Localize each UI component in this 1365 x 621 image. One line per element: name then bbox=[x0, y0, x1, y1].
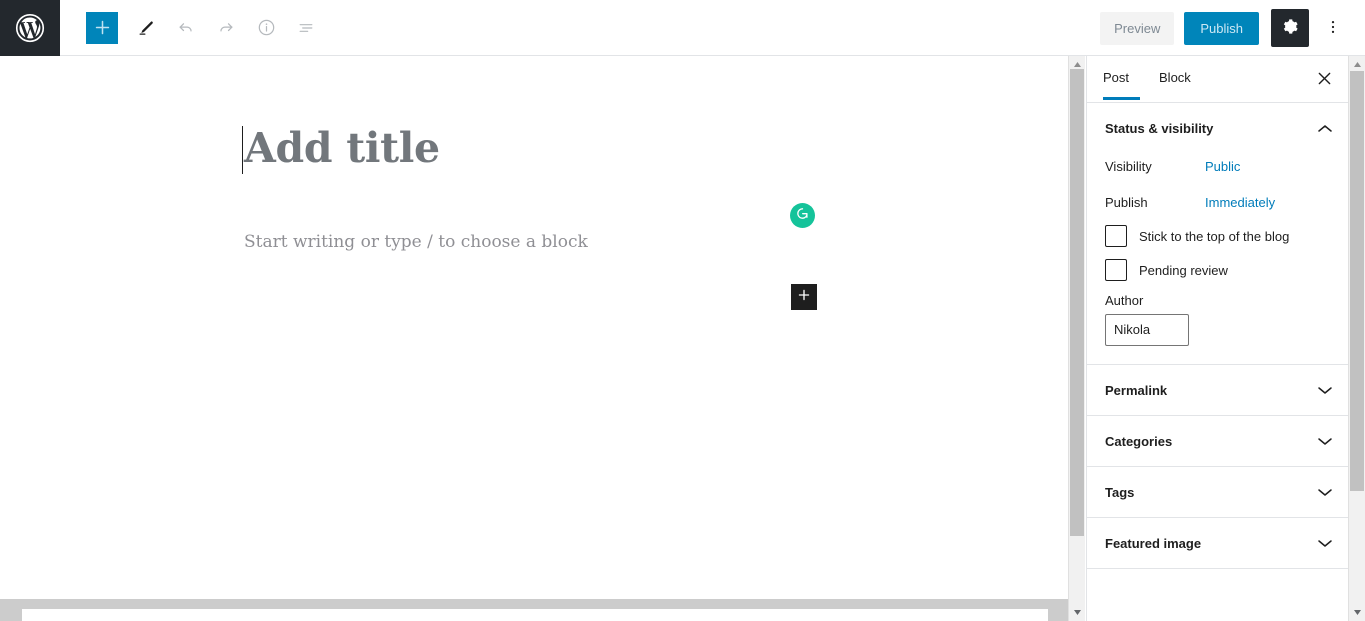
inline-block-inserter-button[interactable] bbox=[791, 284, 817, 310]
plus-icon bbox=[94, 19, 111, 36]
panel-body-status-and-visibility: Visibility Public Publish Immediately St… bbox=[1087, 153, 1348, 364]
tab-block[interactable]: Block bbox=[1147, 70, 1203, 99]
pending-review-checkbox-label: Pending review bbox=[1139, 262, 1228, 278]
list-view-icon bbox=[296, 18, 316, 38]
sticky-checkbox[interactable] bbox=[1105, 225, 1127, 247]
editor-toolbar: Preview Publish bbox=[0, 0, 1365, 56]
editor-scrollbar-thumb[interactable] bbox=[1070, 69, 1084, 536]
publish-label: Publish bbox=[1105, 194, 1148, 210]
panel-header-featured-image[interactable]: Featured image bbox=[1087, 518, 1348, 568]
metabox-sidebar-layout[interactable]: Sidebar Layout bbox=[22, 609, 1048, 621]
author-label: Author bbox=[1105, 293, 1144, 308]
panel-title: Status & visibility bbox=[1105, 120, 1214, 136]
chevron-down-icon bbox=[1318, 485, 1332, 499]
post-title-wrapper: Add title bbox=[242, 124, 844, 174]
more-options-button[interactable] bbox=[1315, 10, 1351, 46]
panel-title: Featured image bbox=[1105, 535, 1202, 551]
panel-status-and-visibility: Status & visibility Visibility Public Pu… bbox=[1087, 103, 1348, 365]
visibility-label: Visibility bbox=[1105, 158, 1152, 174]
undo-button[interactable] bbox=[168, 10, 204, 46]
sidebar-scrollbar[interactable] bbox=[1348, 56, 1365, 621]
panel-title: Permalink bbox=[1105, 382, 1168, 398]
content-info-button[interactable] bbox=[248, 10, 284, 46]
chevron-up-icon bbox=[1318, 121, 1332, 135]
plus-icon bbox=[797, 288, 811, 307]
publish-button[interactable]: Publish bbox=[1184, 11, 1259, 45]
preview-button[interactable]: Preview bbox=[1100, 11, 1175, 45]
close-x-icon bbox=[1317, 71, 1332, 89]
wordpress-logo-button[interactable] bbox=[0, 0, 60, 56]
tools-button[interactable] bbox=[128, 10, 164, 46]
redo-arrow-icon bbox=[216, 18, 236, 38]
close-sidebar-button[interactable] bbox=[1312, 68, 1336, 92]
grammarly-g-icon bbox=[794, 205, 811, 227]
metabox-region: Sidebar Layout Document bbox=[0, 599, 1068, 621]
gear-icon bbox=[1281, 17, 1300, 39]
chevron-down-icon bbox=[1318, 434, 1332, 448]
sticky-checkbox-label: Stick to the top of the blog bbox=[1139, 228, 1290, 244]
editor-scrollbar[interactable] bbox=[1068, 56, 1085, 621]
panel-title: Tags bbox=[1105, 484, 1135, 500]
scroll-down-arrow-icon[interactable] bbox=[1349, 604, 1365, 621]
author-select[interactable]: Nikola bbox=[1105, 314, 1189, 346]
settings-sidebar: Post Block Status & visibility Visibilit… bbox=[1086, 56, 1348, 621]
pencil-icon bbox=[136, 18, 156, 38]
settings-button[interactable] bbox=[1271, 9, 1309, 47]
redo-button[interactable] bbox=[208, 10, 244, 46]
checkbox-row-pending-review[interactable]: Pending review bbox=[1105, 259, 1330, 281]
wordpress-block-editor: Preview Publish Add title Start writing … bbox=[0, 0, 1365, 621]
editor-region: Add title Start writing or type / to cho… bbox=[0, 56, 1085, 621]
panel-header-permalink[interactable]: Permalink bbox=[1087, 365, 1348, 415]
toolbar-left-actions bbox=[60, 10, 328, 46]
row-publish-date: Publish Immediately bbox=[1105, 189, 1330, 215]
undo-arrow-icon bbox=[176, 18, 196, 38]
list-view-button[interactable] bbox=[288, 10, 324, 46]
panel-header-categories[interactable]: Categories bbox=[1087, 416, 1348, 466]
kebab-menu-icon bbox=[1324, 18, 1342, 39]
panel-categories: Categories bbox=[1087, 416, 1348, 467]
add-block-button[interactable] bbox=[86, 11, 118, 44]
paragraph-block-placeholder[interactable]: Start writing or type / to choose a bloc… bbox=[244, 229, 588, 256]
panel-featured-image: Featured image bbox=[1087, 518, 1348, 569]
visibility-value-button[interactable]: Public bbox=[1205, 159, 1240, 174]
scroll-down-arrow-icon[interactable] bbox=[1069, 604, 1086, 621]
grammarly-badge[interactable] bbox=[790, 203, 815, 228]
publish-date-value-button[interactable]: Immediately bbox=[1205, 195, 1275, 210]
tab-post[interactable]: Post bbox=[1103, 70, 1141, 100]
info-circle-icon bbox=[256, 17, 277, 38]
checkbox-row-sticky[interactable]: Stick to the top of the blog bbox=[1105, 225, 1330, 247]
post-title-placeholder: Add title bbox=[244, 124, 440, 172]
text-caret bbox=[242, 126, 243, 174]
wordpress-logo-icon bbox=[15, 13, 45, 43]
panel-title: Categories bbox=[1105, 433, 1173, 449]
row-visibility: Visibility Public bbox=[1105, 153, 1330, 179]
post-title-input[interactable]: Add title bbox=[242, 124, 844, 174]
sidebar-tabs: Post Block bbox=[1087, 56, 1348, 103]
panel-header-status-and-visibility[interactable]: Status & visibility bbox=[1087, 103, 1348, 153]
editor-canvas[interactable]: Add title Start writing or type / to cho… bbox=[0, 56, 1068, 543]
sidebar-scrollbar-thumb[interactable] bbox=[1350, 71, 1364, 491]
pending-review-checkbox[interactable] bbox=[1105, 259, 1127, 281]
chevron-down-icon bbox=[1318, 383, 1332, 397]
panel-tags: Tags bbox=[1087, 467, 1348, 518]
panel-permalink: Permalink bbox=[1087, 365, 1348, 416]
toolbar-right-actions: Preview Publish bbox=[1100, 0, 1365, 56]
chevron-down-icon bbox=[1318, 536, 1332, 550]
panel-header-tags[interactable]: Tags bbox=[1087, 467, 1348, 517]
